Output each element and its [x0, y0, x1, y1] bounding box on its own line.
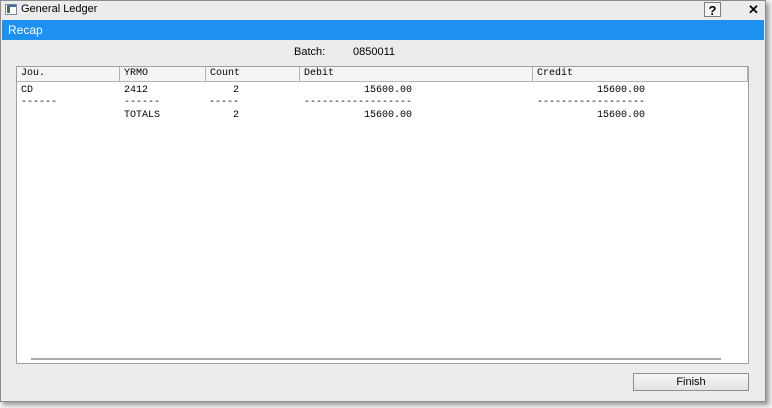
- table-cell-credit-separator: ------------------: [536, 97, 645, 108]
- column-header-yrmo[interactable]: YRMO: [120, 67, 206, 82]
- table-cell-credit: 15600.00: [596, 85, 645, 96]
- totals-credit: 15600.00: [596, 110, 645, 121]
- table-cell-yrmo-separator: ------: [124, 97, 161, 108]
- app-icon: [5, 4, 17, 15]
- table-cell-debit-separator: ------------------: [303, 97, 412, 108]
- totals-debit: 15600.00: [363, 110, 412, 121]
- table-cell-jou: CD: [21, 85, 34, 96]
- column-header-jou[interactable]: Jou.: [17, 67, 120, 82]
- section-title: Recap: [8, 23, 43, 37]
- help-icon[interactable]: ?: [704, 2, 721, 18]
- title-bar: General Ledger ? ✕: [1, 1, 765, 19]
- totals-label: TOTALS: [124, 110, 161, 121]
- close-icon[interactable]: ✕: [745, 2, 762, 17]
- totals-count: 2: [232, 110, 239, 121]
- table-cell-debit: 15600.00: [363, 85, 412, 96]
- table-cell-yrmo: 2412: [124, 85, 149, 96]
- window-title: General Ledger: [21, 3, 98, 15]
- finish-button[interactable]: Finish: [633, 373, 749, 391]
- column-header-count[interactable]: Count: [206, 67, 300, 82]
- batch-value: 0850011: [353, 46, 396, 58]
- horizontal-scrollbar[interactable]: [31, 358, 721, 360]
- table-cell-jou-separator: ------: [21, 97, 58, 108]
- column-header-credit[interactable]: Credit: [533, 67, 748, 82]
- recap-grid[interactable]: Jou. YRMO Count Debit Credit CD 2412 2 1…: [16, 66, 749, 364]
- table-cell-count-separator: -----: [208, 97, 239, 108]
- section-header: Recap: [2, 20, 764, 40]
- general-ledger-window: General Ledger ? ✕ Recap Batch: 0850011 …: [0, 0, 766, 402]
- column-header-debit[interactable]: Debit: [300, 67, 533, 82]
- batch-label: Batch:: [294, 46, 326, 58]
- table-cell-count: 2: [232, 85, 239, 96]
